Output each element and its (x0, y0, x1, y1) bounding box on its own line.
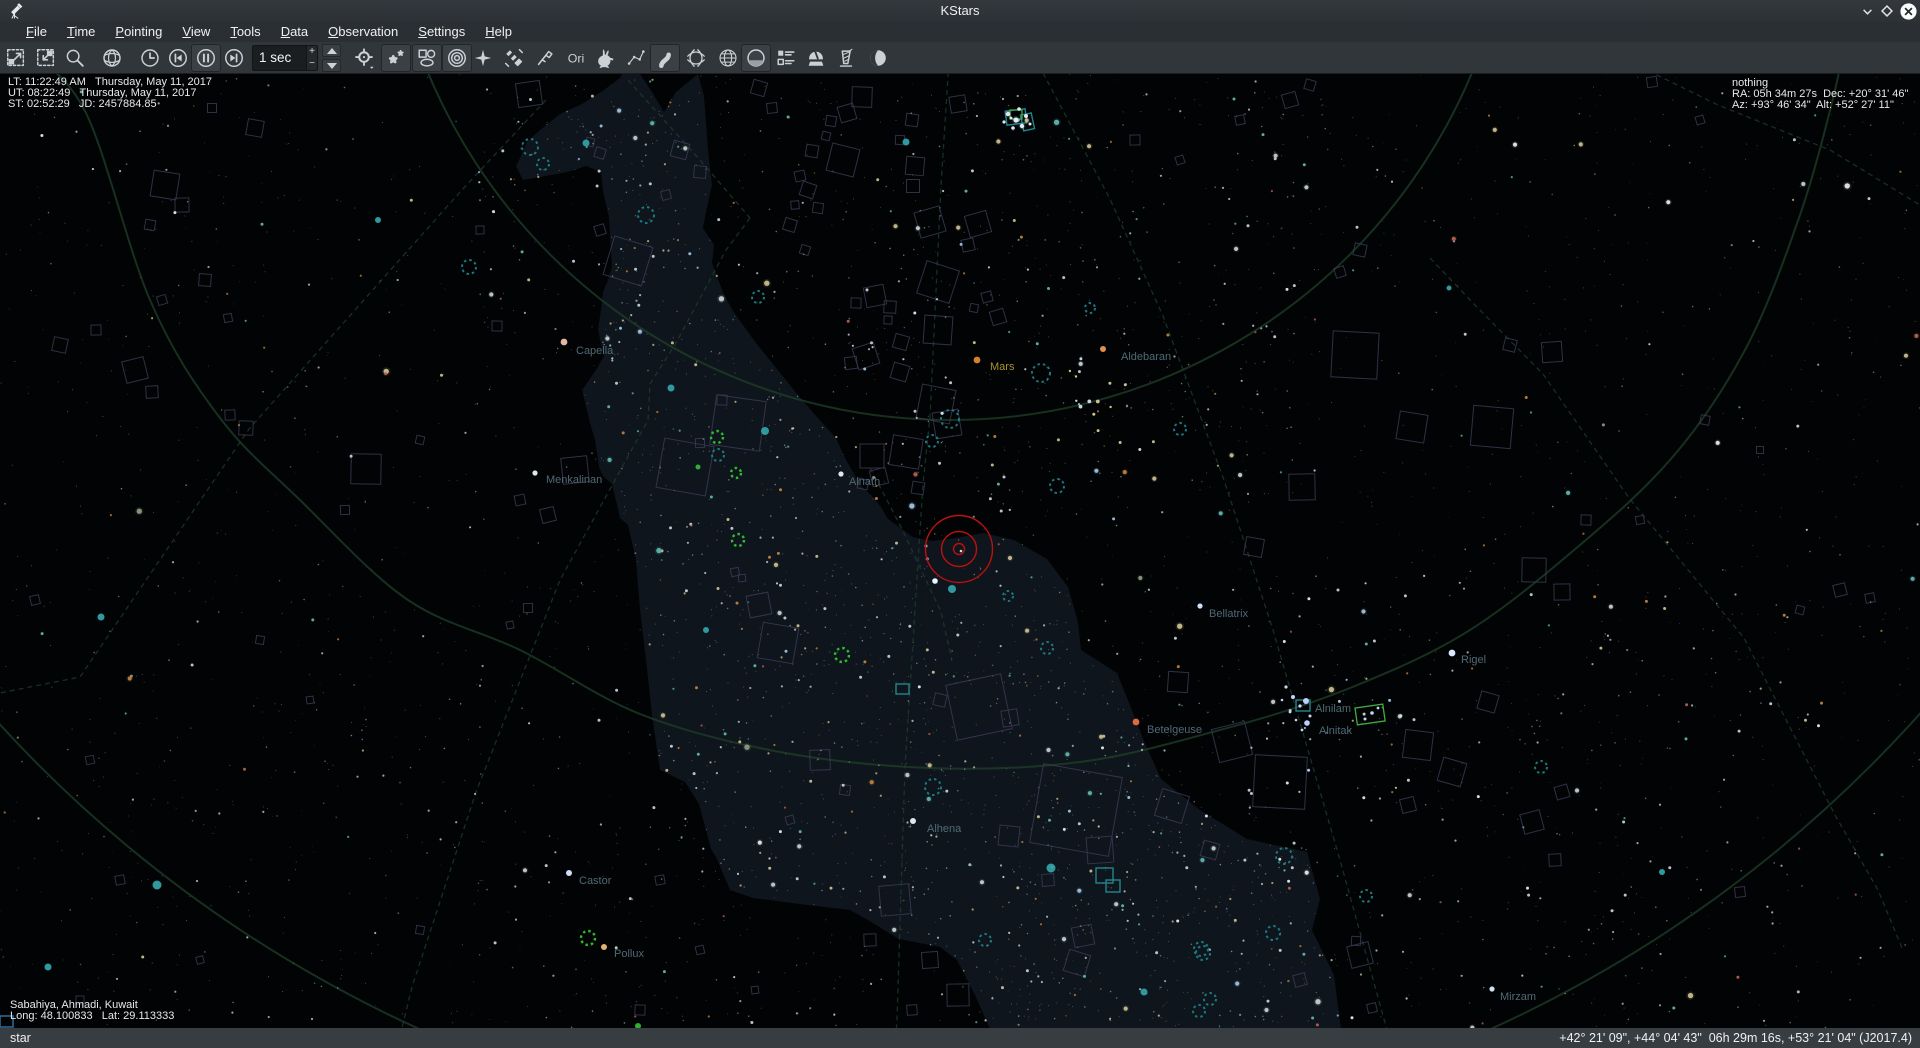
svg-text:Bellatrix: Bellatrix (1209, 608, 1249, 620)
svg-text:Capella: Capella (576, 345, 614, 357)
svg-text:Alnilam: Alnilam (1315, 703, 1351, 715)
svg-text:Alnath: Alnath (849, 476, 880, 488)
svg-text:Menkalinan: Menkalinan (546, 474, 602, 486)
svg-text:Castor: Castor (579, 875, 612, 887)
svg-text:Ori: Ori (568, 52, 584, 66)
svg-text:Mars: Mars (990, 361, 1015, 373)
svg-text:Rigel: Rigel (1461, 654, 1486, 666)
svg-text:Betelgeuse: Betelgeuse (1147, 724, 1202, 736)
svg-text:Alnitak: Alnitak (1319, 725, 1353, 737)
svg-text:Alhena: Alhena (927, 823, 962, 835)
svg-text:Mirzam: Mirzam (1500, 991, 1536, 1003)
svg-text:Pollux: Pollux (614, 948, 644, 960)
svg-text:Aldebaran: Aldebaran (1121, 351, 1171, 363)
